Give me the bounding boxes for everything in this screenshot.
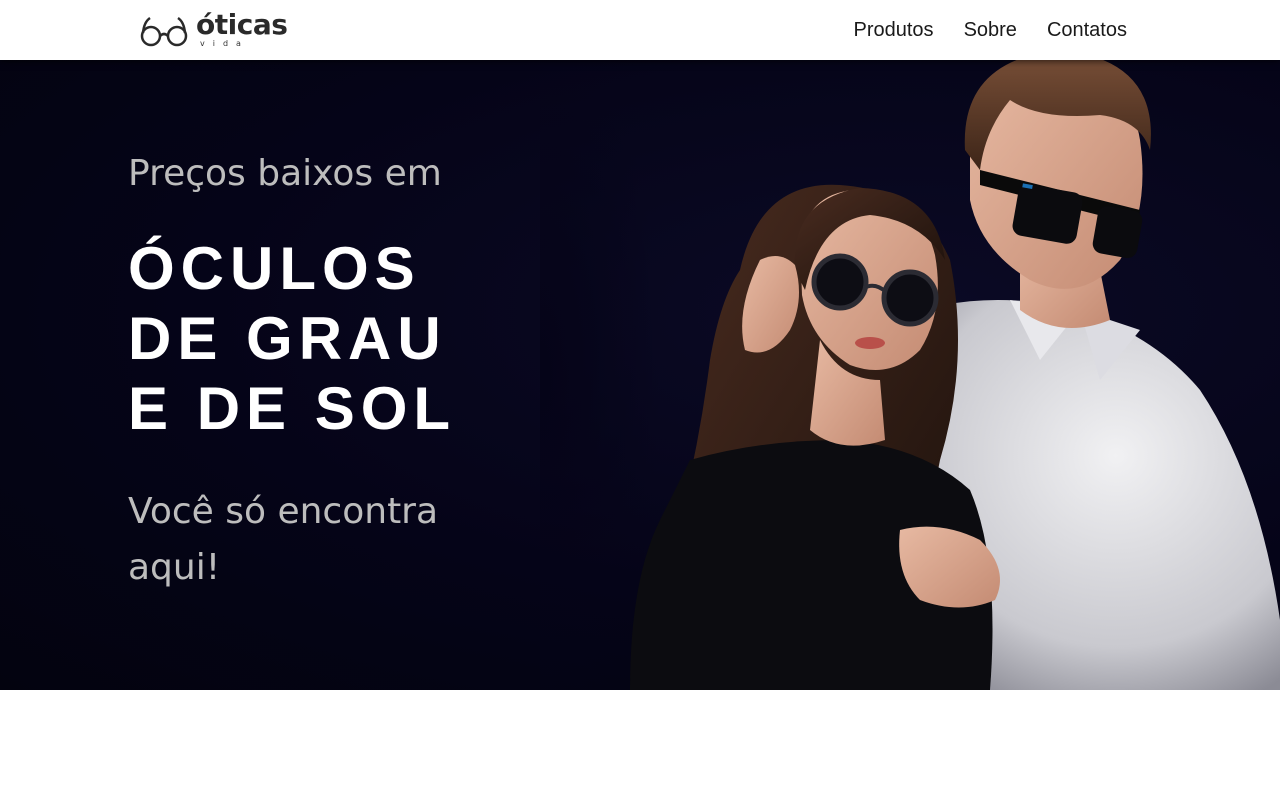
main-nav: Produtos Sobre Contatos [854, 0, 1128, 60]
hero-headline-line-3: E DE SOL [128, 375, 457, 442]
hero-headline-line-2: DE GRAU [128, 305, 447, 372]
page-content-area [0, 690, 1280, 800]
logo-wordmark: óticas [196, 8, 288, 41]
nav-link-sobre[interactable]: Sobre [964, 20, 1017, 40]
nav-link-produtos[interactable]: Produtos [854, 20, 934, 40]
couple-sunglasses-photo [540, 60, 1280, 690]
logo-text: óticas vida [196, 10, 288, 50]
hero-outro-text: Você só encontra aqui! [128, 491, 439, 588]
logo-tagline: vida [200, 39, 249, 48]
hero-banner: Preços baixos em ÓCULOS DE GRAU E DE SOL… [0, 60, 1280, 690]
nav-link-contatos[interactable]: Contatos [1047, 20, 1127, 40]
hero-intro-text: Preços baixos em [128, 153, 442, 194]
site-logo[interactable]: óticas vida [140, 10, 288, 50]
hero-headline-line-1: ÓCULOS [128, 235, 421, 302]
glasses-icon [140, 16, 188, 47]
site-header: óticas vida Produtos Sobre Contatos [0, 0, 1280, 60]
hero-headline: ÓCULOS DE GRAU E DE SOL [128, 234, 548, 444]
